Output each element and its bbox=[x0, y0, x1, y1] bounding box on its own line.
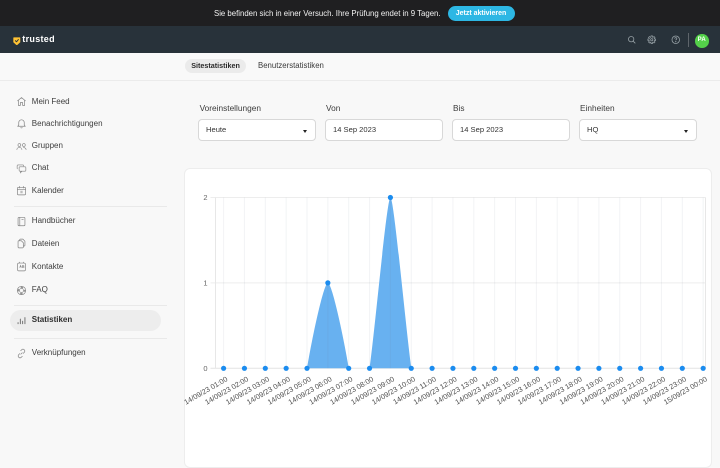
svg-text:1: 1 bbox=[203, 279, 207, 288]
svg-text:0: 0 bbox=[203, 364, 207, 373]
svg-text:2: 2 bbox=[203, 193, 207, 202]
